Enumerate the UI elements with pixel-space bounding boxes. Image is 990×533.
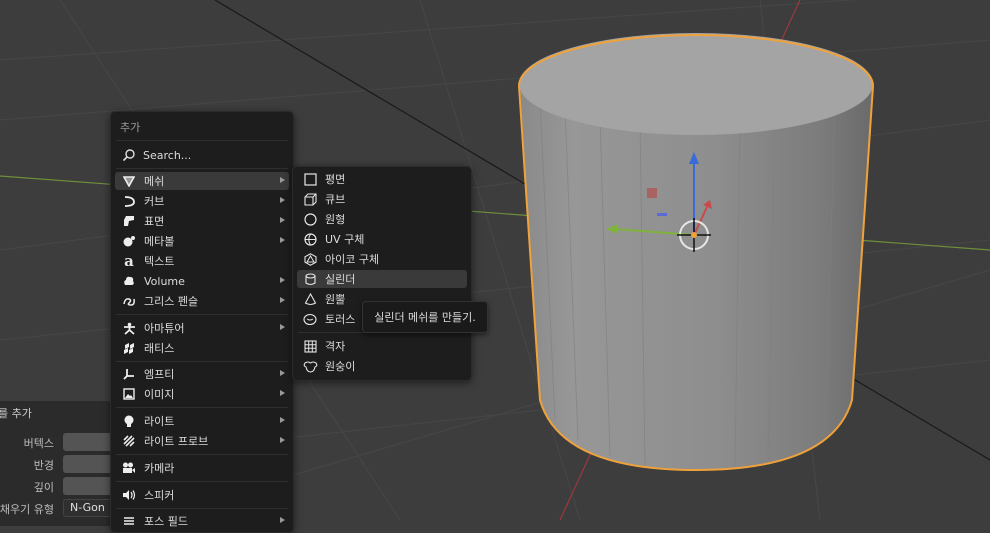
menu-search[interactable]: Search...	[115, 145, 289, 165]
menu-item-light-probe[interactable]: 라이트 프로브	[115, 432, 289, 450]
submenu-arrow-icon	[280, 277, 285, 283]
menu-item-force-field[interactable]: 포스 필드	[115, 512, 289, 530]
mesh-item-cube[interactable]: 큐브	[297, 190, 467, 208]
mesh-icon	[121, 173, 137, 189]
lattice-icon	[121, 340, 137, 356]
ico-sphere-icon	[302, 251, 318, 267]
menu-item-curve[interactable]: 커브	[115, 192, 289, 210]
image-icon	[121, 386, 137, 402]
submenu-arrow-icon	[280, 197, 285, 203]
menu-item-grease-pencil[interactable]: 그리스 펜슬	[115, 292, 289, 310]
surface-icon	[121, 213, 137, 229]
menu-item-empty[interactable]: 엠프티	[115, 365, 289, 383]
mesh-item-uv-sphere[interactable]: UV 구체	[297, 230, 467, 248]
cylinder-icon	[302, 271, 318, 287]
volume-icon	[121, 273, 137, 289]
redo-last-panel[interactable]: 를 추가 버텍스 반경 깊이 채우기 유형 N-Gon	[0, 401, 113, 526]
fill-type-dropdown[interactable]: N-Gon	[63, 499, 113, 517]
radius-field[interactable]	[63, 455, 113, 473]
submenu-arrow-icon	[280, 217, 285, 223]
metaball-icon	[121, 233, 137, 249]
light-bulb-icon	[121, 413, 137, 429]
grease-pencil-icon	[121, 293, 137, 309]
uv-sphere-icon	[302, 231, 318, 247]
plane-icon	[302, 171, 318, 187]
cone-icon	[302, 291, 318, 307]
submenu-arrow-icon	[280, 370, 285, 376]
menu-item-surface[interactable]: 표면	[115, 212, 289, 230]
monkey-icon	[302, 358, 318, 374]
force-field-icon	[121, 513, 137, 529]
depth-field[interactable]	[63, 477, 113, 495]
menu-item-lattice[interactable]: 래티스	[115, 339, 289, 357]
cylinder-object[interactable]	[517, 33, 875, 472]
menu-item-speaker[interactable]: 스피커	[115, 486, 289, 504]
depth-row: 깊이	[0, 477, 113, 495]
cylinder-tooltip: 실린더 메쉬를 만들기.	[362, 301, 488, 333]
menu-item-armature[interactable]: 아마튜어	[115, 319, 289, 337]
mesh-submenu: 평면 큐브 원형 UV 구체 아이코 구체 실린더 원뿔 토러스 격자 원숭이	[292, 166, 472, 381]
circle-icon	[302, 211, 318, 227]
mesh-item-plane[interactable]: 평면	[297, 170, 467, 188]
menu-title: 추가	[120, 121, 141, 134]
submenu-arrow-icon	[280, 417, 285, 423]
add-menu: 추가 Search... 메쉬 커브 표면 메타볼 a 텍스트 Volume 그…	[110, 111, 294, 533]
mesh-item-monkey[interactable]: 원숭이	[297, 357, 467, 375]
grid-icon	[302, 338, 318, 354]
mesh-item-cylinder[interactable]: 실린더	[297, 270, 467, 288]
fill-type-row: 채우기 유형 N-Gon	[0, 499, 113, 517]
submenu-arrow-icon	[280, 517, 285, 523]
cube-icon	[302, 191, 318, 207]
menu-item-image[interactable]: 이미지	[115, 385, 289, 403]
mesh-item-grid[interactable]: 격자	[297, 337, 467, 355]
curve-icon	[121, 193, 137, 209]
armature-icon	[121, 320, 137, 336]
mesh-item-circle[interactable]: 원형	[297, 210, 467, 228]
menu-item-camera[interactable]: 카메라	[115, 459, 289, 477]
radius-row: 반경	[0, 455, 113, 473]
submenu-arrow-icon	[280, 324, 285, 330]
vertices-row: 버텍스	[0, 433, 113, 451]
submenu-arrow-icon	[280, 177, 285, 183]
empty-icon	[121, 366, 137, 382]
torus-icon	[302, 311, 318, 327]
menu-item-volume[interactable]: Volume	[115, 272, 289, 290]
menu-item-mesh[interactable]: 메쉬	[115, 172, 289, 190]
light-probe-icon	[121, 433, 137, 449]
search-label: Search...	[143, 148, 192, 162]
vertices-label: 버텍스	[23, 437, 54, 450]
speaker-icon	[121, 487, 137, 503]
radius-label: 반경	[33, 459, 54, 472]
menu-item-metaball[interactable]: 메타볼	[115, 232, 289, 250]
submenu-arrow-icon	[280, 237, 285, 243]
menu-item-text[interactable]: a 텍스트	[115, 252, 289, 270]
fill-type-label: 채우기 유형	[0, 503, 54, 516]
menu-item-light[interactable]: 라이트	[115, 412, 289, 430]
submenu-arrow-icon	[280, 390, 285, 396]
search-icon	[121, 147, 137, 163]
redo-panel-title: 를 추가	[0, 407, 32, 420]
submenu-arrow-icon	[280, 437, 285, 443]
vertices-field[interactable]	[63, 433, 113, 451]
camera-icon	[121, 460, 137, 476]
submenu-arrow-icon	[280, 297, 285, 303]
mesh-item-ico-sphere[interactable]: 아이코 구체	[297, 250, 467, 268]
text-icon: a	[124, 252, 134, 270]
depth-label: 깊이	[33, 481, 54, 494]
